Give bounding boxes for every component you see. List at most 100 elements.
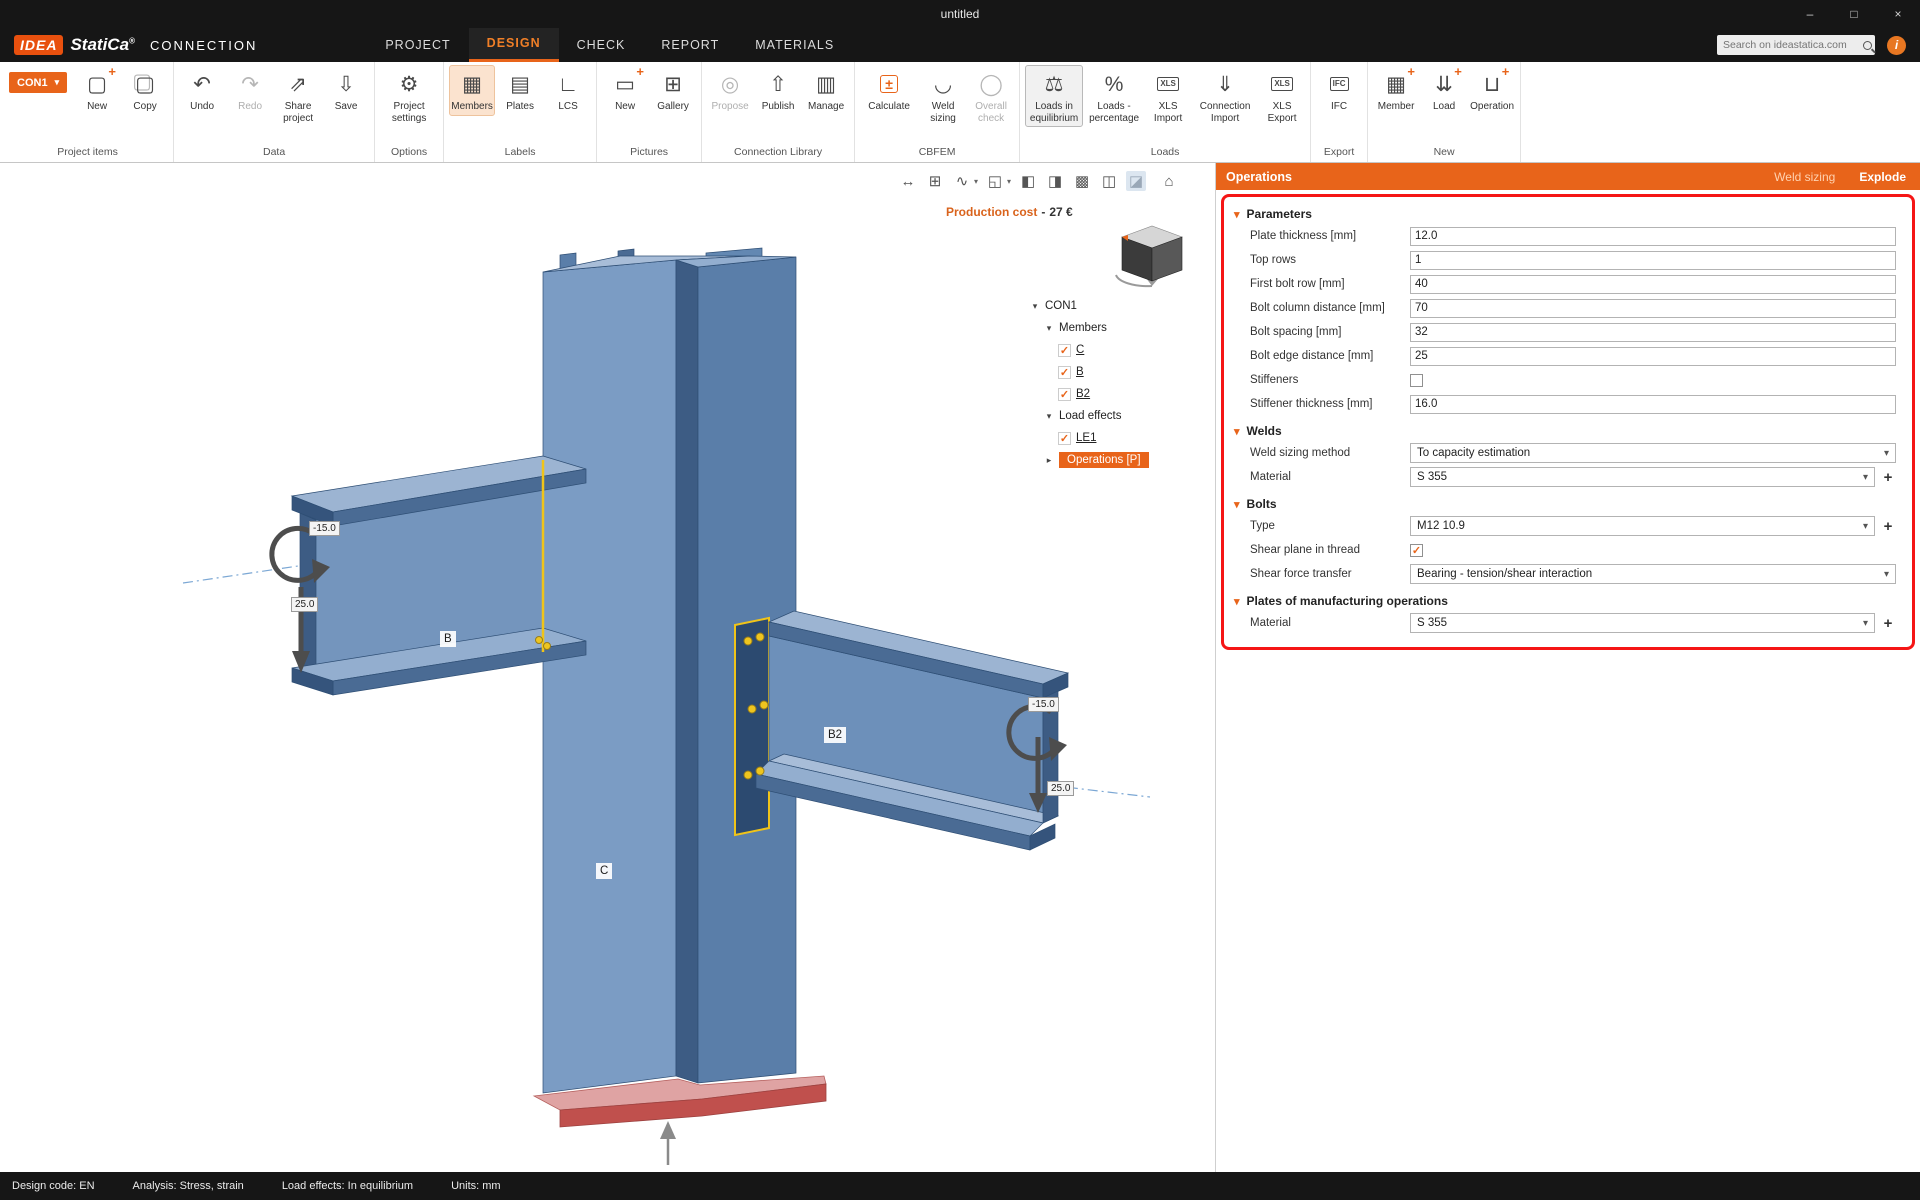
model-viewport[interactable]: ↔ ⊞ ∿ ▾ ◱ ▾ ◧ ◨ ▩ ◫ ◪ ⌂ Production cost-… — [0, 163, 1215, 1172]
new-member-button[interactable]: ▦+ Member — [1373, 65, 1419, 116]
tree-node-member-b[interactable]: ✓ B — [1058, 361, 1210, 383]
chevron-down-icon[interactable]: ▾ — [974, 177, 978, 186]
member-beam-b[interactable] — [292, 456, 586, 695]
checkbox-checked-icon[interactable]: ✓ — [1058, 432, 1071, 445]
render-mode-icon[interactable]: ∿ — [952, 171, 972, 191]
top-rows-input[interactable] — [1410, 251, 1896, 270]
tree-node-members[interactable]: ▾ Members — [1044, 317, 1210, 339]
shear-force-transfer-select[interactable]: Bearing - tension/shear interaction▾ — [1410, 564, 1896, 584]
checkbox-checked-icon[interactable]: ✓ — [1058, 344, 1071, 357]
weld-sizing-method-select[interactable]: To capacity estimation▾ — [1410, 443, 1896, 463]
info-icon[interactable]: i — [1887, 36, 1906, 55]
search-icon[interactable] — [1863, 41, 1872, 50]
redo-button[interactable]: ↷ Redo — [227, 65, 273, 116]
stiffener-thickness-input[interactable] — [1410, 395, 1896, 414]
shear-plane-checkbox[interactable]: ✓ — [1410, 544, 1423, 557]
labels-lcs-toggle[interactable]: ∟ LCS — [545, 65, 591, 116]
explode-action[interactable]: Explode — [1859, 170, 1906, 184]
measure-icon[interactable]: ↔ — [898, 171, 918, 191]
weld-sizing-button[interactable]: ◡ Weld sizing — [920, 65, 966, 127]
search-input[interactable] — [1723, 39, 1858, 51]
expander-icon[interactable]: ▾ — [1030, 301, 1040, 312]
gallery-button[interactable]: ⊞ Gallery — [650, 65, 696, 116]
maximize-button[interactable]: □ — [1832, 0, 1876, 28]
zoom-fit-icon[interactable]: ⊞ — [925, 171, 945, 191]
tab-materials[interactable]: MATERIALS — [737, 28, 852, 62]
weld-sizing-action[interactable]: Weld sizing — [1774, 170, 1835, 184]
section-plates[interactable]: ▾ Plates of manufacturing operations — [1224, 586, 1912, 611]
tree-node-label[interactable]: C — [1076, 344, 1084, 356]
bolt-edge-distance-input[interactable] — [1410, 347, 1896, 366]
connection-selector[interactable]: CON1▾ — [9, 72, 67, 93]
labels-members-toggle[interactable]: ▦ Members — [449, 65, 495, 116]
expander-icon[interactable]: ▸ — [1044, 455, 1054, 466]
checkbox-checked-icon[interactable]: ✓ — [1058, 388, 1071, 401]
expander-icon[interactable]: ▾ — [1044, 411, 1054, 422]
tree-node-label[interactable]: B2 — [1076, 388, 1090, 400]
calculate-button[interactable]: ± Calculate — [860, 65, 918, 116]
labels-plates-toggle[interactable]: ▤ Plates — [497, 65, 543, 116]
new-picture-button[interactable]: ▭+ New — [602, 65, 648, 116]
xls-export-button[interactable]: XLS XLS Export — [1259, 65, 1305, 127]
loads-in-equilibrium-toggle[interactable]: ⚖ Loads in equilibrium — [1025, 65, 1083, 127]
view-split-icon[interactable]: ◫ — [1099, 171, 1119, 191]
ifc-export-button[interactable]: IFC IFC — [1316, 65, 1362, 116]
new-load-button[interactable]: ⇊+ Load — [1421, 65, 1467, 116]
tab-project[interactable]: PROJECT — [367, 28, 468, 62]
view-front-icon[interactable]: ◨ — [1045, 171, 1065, 191]
connection-import-button[interactable]: ⇓ Connection Import — [1193, 65, 1257, 127]
new-operation-button[interactable]: ⊔+ Operation — [1469, 65, 1515, 116]
operations-badge[interactable]: Operations [P] — [1059, 452, 1149, 468]
tab-check[interactable]: CHECK — [559, 28, 644, 62]
undo-button[interactable]: ↶ Undo — [179, 65, 225, 116]
section-bolts[interactable]: ▾ Bolts — [1224, 489, 1912, 514]
checkbox-checked-icon[interactable]: ✓ — [1058, 366, 1071, 379]
add-bolt-type-button[interactable]: + — [1880, 518, 1896, 535]
tree-node-member-c[interactable]: ✓ C — [1058, 339, 1210, 361]
project-settings-button[interactable]: ⚙ Project settings — [380, 65, 438, 127]
new-project-item-button[interactable]: ▢+ New — [74, 65, 120, 116]
save-button[interactable]: ⇩ Save — [323, 65, 369, 116]
copy-button[interactable]: ▢ Copy — [122, 65, 168, 116]
add-material-button[interactable]: + — [1880, 469, 1896, 486]
end-plate[interactable] — [735, 618, 769, 835]
percentage-icon: % — [1105, 70, 1124, 98]
first-bolt-row-input[interactable] — [1410, 275, 1896, 294]
bolt-type-select[interactable]: M12 10.9▾ — [1410, 516, 1875, 536]
share-project-button[interactable]: ⇗ Share project — [275, 65, 321, 127]
tab-report[interactable]: REPORT — [643, 28, 737, 62]
tree-node-con1[interactable]: ▾ CON1 — [1030, 295, 1210, 317]
publish-button[interactable]: ⇧ Publish — [755, 65, 801, 116]
view-cube[interactable] — [1106, 213, 1194, 293]
tree-node-label[interactable]: B — [1076, 366, 1084, 378]
stiffeners-checkbox[interactable] — [1410, 374, 1423, 387]
plate-material-select[interactable]: S 355▾ — [1410, 613, 1875, 633]
plate-thickness-input[interactable] — [1410, 227, 1896, 246]
home-view-icon[interactable]: ⌂ — [1159, 171, 1179, 191]
manage-button[interactable]: ▥ Manage — [803, 65, 849, 116]
close-button[interactable]: × — [1876, 0, 1920, 28]
clip-plane-icon[interactable]: ◱ — [985, 171, 1005, 191]
add-plate-material-button[interactable]: + — [1880, 615, 1896, 632]
propose-button[interactable]: ◎ Propose — [707, 65, 753, 116]
tree-node-le1[interactable]: ✓ LE1 — [1058, 427, 1210, 449]
tree-node-load-effects[interactable]: ▾ Load effects — [1044, 405, 1210, 427]
tree-node-label[interactable]: LE1 — [1076, 432, 1096, 444]
section-welds[interactable]: ▾ Welds — [1224, 416, 1912, 441]
section-parameters[interactable]: ▾ Parameters — [1224, 199, 1912, 224]
view-solid-icon[interactable]: ◧ — [1018, 171, 1038, 191]
view-shaded-icon[interactable]: ▩ — [1072, 171, 1092, 191]
overall-check-button[interactable]: ◯ Overall check — [968, 65, 1014, 127]
chevron-down-icon[interactable]: ▾ — [1007, 177, 1011, 186]
expander-icon[interactable]: ▾ — [1044, 323, 1054, 334]
tree-node-operations[interactable]: ▸ Operations [P] — [1044, 449, 1210, 471]
loads-percentage-toggle[interactable]: % Loads - percentage — [1085, 65, 1143, 127]
xls-import-button[interactable]: XLS XLS Import — [1145, 65, 1191, 127]
minimize-button[interactable]: – — [1788, 0, 1832, 28]
tab-design[interactable]: DESIGN — [469, 28, 559, 62]
bolt-spacing-input[interactable] — [1410, 323, 1896, 342]
bolt-column-distance-input[interactable] — [1410, 299, 1896, 318]
view-sync-icon[interactable]: ◪ — [1126, 171, 1146, 191]
tree-node-member-b2[interactable]: ✓ B2 — [1058, 383, 1210, 405]
weld-material-select[interactable]: S 355▾ — [1410, 467, 1875, 487]
